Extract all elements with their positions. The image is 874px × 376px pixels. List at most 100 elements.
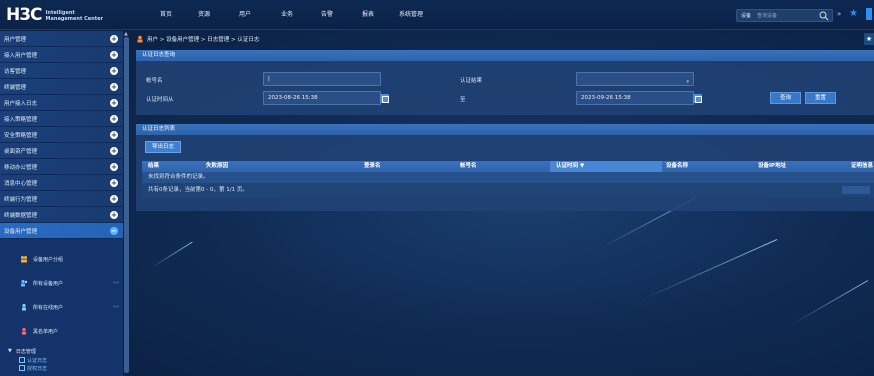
calendar-icon[interactable] [693,94,702,103]
caret-down-icon[interactable]: ▼ [8,348,12,354]
user-icon [137,35,143,43]
expand-icon[interactable]: + [110,35,118,43]
sidebar-scrollbar[interactable]: ▲ [123,31,130,376]
sidebar-item-access-log[interactable]: 用户接入日志 + [0,95,123,111]
subnav-label: 所有设备用户 [33,280,64,287]
sidebar-item-mobile-office[interactable]: 移动办公管理 + [0,159,123,175]
sidebar-item-terminal-data[interactable]: 终端数据管理 + [0,207,123,223]
decorative-streak [149,241,193,269]
bookmark-icon[interactable] [866,8,872,20]
sidebar-item-device-user[interactable]: 设备用户管理 − [0,223,123,239]
col-result[interactable]: 结果 [148,161,159,172]
time-to-input[interactable]: 2023-09-26 15:38 [576,91,694,105]
expand-icon[interactable]: + [110,99,118,107]
expand-icon[interactable]: + [110,83,118,91]
tree-node-log-management[interactable]: ▼ 日志管理 [8,346,123,356]
nav-system[interactable]: 系统管理 [399,9,449,18]
subnav-all-online-users[interactable]: 所有在线用户 »» [0,295,123,319]
expand-icon[interactable]: + [110,67,118,75]
sidebar-item-label: 用户接入日志 [4,100,38,107]
favorite-star-icon[interactable]: ★ [864,33,874,45]
collapse-icon[interactable]: − [110,227,118,235]
chevron-down-icon[interactable]: ▾ [686,76,689,88]
table-header: 结果 失败原因 登录名 帐号名 认证时间 ▼ 设备名称 设备IP地址 证明信息 [142,161,874,172]
sidebar-item-guest[interactable]: 访客管理 + [0,63,123,79]
sidebar-item-message-center[interactable]: 消息中心管理 + [0,175,123,191]
expand-icon[interactable]: + [110,115,118,123]
export-log-button[interactable]: 导出日志 [145,141,181,153]
col-fail-reason[interactable]: 失败原因 [206,161,228,172]
tree-node-label: 日志管理 [15,348,36,355]
time-from-label: 认证时间从 [146,97,174,103]
expand-icon[interactable]: + [110,51,118,59]
sidebar-item-label: 接入策略管理 [4,116,38,123]
users-icon [21,279,28,287]
nav-report[interactable]: 报表 [362,9,399,18]
query-panel-title: 认证日志查询 [136,50,874,61]
query-panel-body: 帐号名 | 认证结果 ▾ 认证时间从 2023-08-26 15:38 至 20… [136,61,874,115]
subnav-all-device-users[interactable]: 所有设备用户 »» [0,271,123,295]
tree-leaf-authz-log[interactable]: 授权日志 [8,364,123,372]
subnav-blacklist-users[interactable]: 黑名单用户 [0,319,123,343]
expand-arrows-icon[interactable]: »» [113,304,119,310]
nav-service[interactable]: 业务 [281,9,321,18]
nav-user[interactable]: 用户 [239,9,281,18]
expand-icon[interactable]: + [110,179,118,187]
breadcrumb: 用户 > 设备用户管理 > 日志管理 > 认证日志 [136,35,259,43]
chevron-down-icon[interactable]: » [837,10,841,18]
top-search-box[interactable]: 设备 查询设备 [736,9,833,22]
sidebar-item-terminal[interactable]: 终端管理 + [0,79,123,95]
sidebar-item-label: 消息中心管理 [4,180,38,187]
sidebar-item-label: 设备用户管理 [4,228,38,235]
sidebar-item-label: 桌面资产管理 [4,148,38,155]
col-auth-time[interactable]: 认证时间 ▼ [550,161,662,172]
nav-alarm[interactable]: 告警 [321,9,362,18]
sidebar-item-terminal-behavior[interactable]: 终端行为管理 + [0,191,123,207]
time-from-input[interactable]: 2023-08-26 15:38 [263,91,381,105]
sidebar-item-access-policy[interactable]: 接入策略管理 + [0,111,123,127]
search-icon[interactable] [819,11,829,21]
pagination-summary: 共有0条记录，当前第0 - 0，第 1/1 页。 [148,187,248,193]
col-device-name[interactable]: 设备名称 [666,161,688,172]
expand-arrows-icon[interactable]: »» [113,280,119,286]
col-proof-info[interactable]: 证明信息 [851,161,873,172]
search-type-select[interactable]: 设备 [737,12,757,19]
nav-resource[interactable]: 资源 [198,9,239,18]
sidebar-item-user-management[interactable]: 用户管理 + [0,31,123,47]
sidebar-item-label: 终端数据管理 [4,212,38,219]
breadcrumb-path[interactable]: 用户 > 设备用户管理 > 日志管理 > 认证日志 [147,35,259,43]
tree-leaf-auth-log[interactable]: 认证日志 [8,356,123,364]
log-list-panel: 认证日志列表 导出日志 结果 失败原因 登录名 帐号名 认证时间 ▼ 设备名称 … [136,124,874,211]
calendar-icon[interactable] [380,94,389,103]
star-icon[interactable]: ★ [849,8,858,19]
sidebar-item-label: 接入用户管理 [4,52,38,59]
device-user-subnav: 设备用户分组 所有设备用户 »» 所有在线用户 »» 黑名单用户 [0,239,123,343]
sidebar-item-label: 移动办公管理 [4,164,38,171]
sidebar-item-access-user[interactable]: 接入用户管理 + [0,47,123,63]
account-input[interactable]: | [263,72,381,86]
expand-icon[interactable]: + [110,147,118,155]
pagination-buttons[interactable] [842,186,870,194]
sidebar-item-desktop-asset[interactable]: 桌面资产管理 + [0,143,123,159]
query-button[interactable]: 查询 [770,92,801,104]
decorative-streak [639,239,778,301]
expand-icon[interactable]: + [110,163,118,171]
expand-icon[interactable]: + [110,211,118,219]
sidebar-item-security-policy[interactable]: 安全策略管理 + [0,127,123,143]
top-bar: H3C Intelligent Management Center 首页 资源 … [0,0,874,30]
search-input[interactable]: 查询设备 [757,12,819,19]
reset-button[interactable]: 重置 [805,92,836,104]
account-label: 帐号名 [146,78,163,84]
subnav-device-user-group[interactable]: 设备用户分组 [0,247,123,271]
h3c-logo[interactable]: H3C Intelligent Management Center [6,7,103,24]
nav-home[interactable]: 首页 [160,9,198,18]
col-device-ip[interactable]: 设备IP地址 [758,161,786,172]
col-login-name[interactable]: 登录名 [364,161,381,172]
subnav-label: 黑名单用户 [33,328,59,335]
scrollbar-thumb[interactable] [124,37,129,373]
result-select[interactable]: ▾ [576,72,694,86]
expand-icon[interactable]: + [110,131,118,139]
col-account-name[interactable]: 帐号名 [460,161,477,172]
sidebar-item-label: 安全策略管理 [4,132,38,139]
expand-icon[interactable]: + [110,195,118,203]
